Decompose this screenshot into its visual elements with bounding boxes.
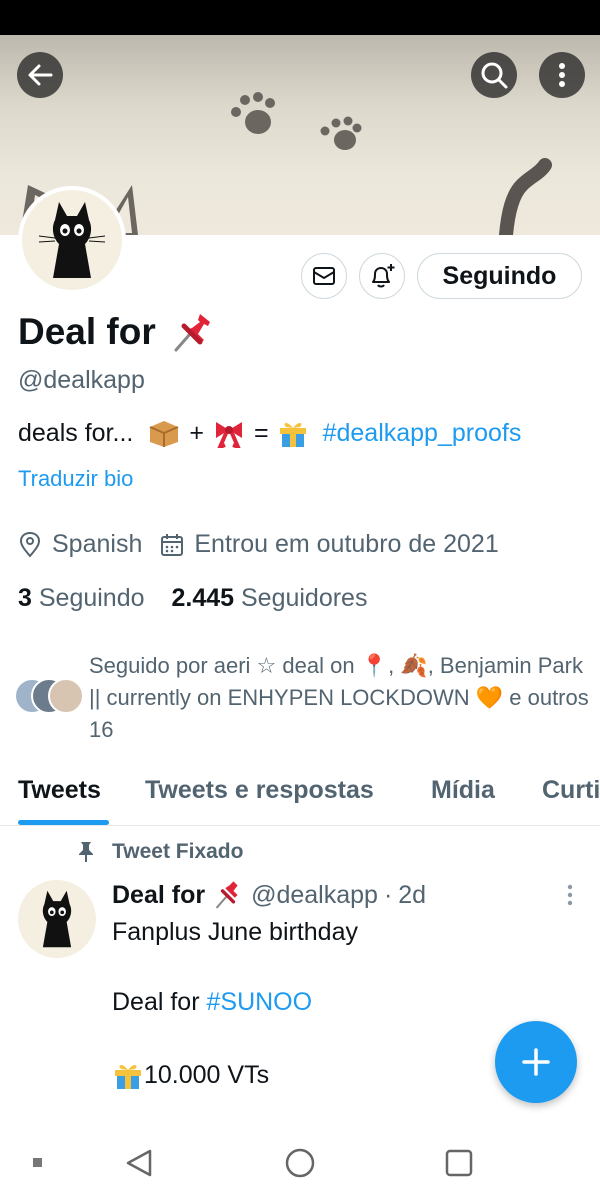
tweet-text-prefix: Deal for bbox=[112, 988, 200, 1016]
compose-tweet-button[interactable] bbox=[495, 1021, 577, 1103]
tweet-author-handle: @dealkapp bbox=[251, 880, 378, 909]
tweet-vts-text: 10.000 VTs bbox=[144, 1060, 270, 1089]
tweet-text-line-2: Deal for #SUNOO bbox=[112, 988, 312, 1017]
followers-label: Seguidores bbox=[240, 584, 368, 612]
calendar-icon bbox=[161, 533, 184, 556]
search-button[interactable] bbox=[471, 52, 517, 98]
status-bar bbox=[0, 0, 600, 35]
bio-equals: = bbox=[253, 418, 269, 447]
bio-text: deals for... bbox=[18, 418, 134, 447]
tweet-more-button[interactable] bbox=[566, 884, 574, 911]
tweet-text-line-3: 10.000 VTs bbox=[112, 1060, 269, 1090]
profile-name: Deal for bbox=[18, 311, 156, 352]
tweet-header: Deal for @dealkapp · 2d bbox=[112, 880, 426, 910]
following-link[interactable]: 3 Seguindo bbox=[18, 584, 145, 612]
tweet-author-avatar[interactable] bbox=[18, 880, 96, 958]
followed-by-text: Seguido por aeri ☆ deal on 📍, 🍂, Benjami… bbox=[89, 653, 589, 742]
package-emoji-icon bbox=[149, 421, 179, 447]
profile-name-row: Deal for bbox=[18, 310, 214, 354]
tweet-hashtag-link[interactable]: #SUNOO bbox=[207, 988, 313, 1016]
nav-recents-icon bbox=[445, 1149, 473, 1177]
tab-tweets-and-replies[interactable]: Tweets e respostas bbox=[145, 776, 374, 805]
black-cat-avatar-image bbox=[42, 890, 72, 948]
ribbon-emoji-icon bbox=[215, 422, 242, 448]
location-pin-icon bbox=[19, 531, 41, 558]
envelope-icon bbox=[313, 267, 335, 285]
followers-count: 2.445 bbox=[171, 584, 235, 612]
translate-bio-link[interactable]: Traduzir bio bbox=[18, 466, 133, 492]
gift-emoji-icon bbox=[279, 422, 306, 447]
pinned-tweet-label: Tweet Fixado bbox=[112, 840, 244, 863]
tab-media[interactable]: Mídia bbox=[431, 776, 495, 805]
more-vertical-icon bbox=[567, 884, 573, 906]
more-vertical-icon bbox=[559, 63, 565, 87]
arrow-left-icon bbox=[28, 64, 53, 86]
pin-icon bbox=[79, 842, 93, 862]
bell-plus-icon bbox=[372, 264, 395, 288]
profile-joined-date: Entrou em outubro de 2021 bbox=[194, 530, 499, 558]
gift-emoji-icon bbox=[115, 1064, 141, 1089]
notifications-button[interactable] bbox=[359, 253, 405, 299]
pinned-label-row: Tweet Fixado bbox=[78, 840, 243, 864]
pushpin-emoji-icon bbox=[216, 881, 238, 909]
followers-link[interactable]: 2.445 Seguidores bbox=[171, 584, 367, 612]
message-button[interactable] bbox=[301, 253, 347, 299]
nav-home-icon bbox=[285, 1148, 315, 1178]
tweet-separator: · bbox=[383, 880, 393, 909]
black-cat-avatar-image bbox=[38, 202, 106, 278]
pushpin-emoji-icon bbox=[174, 314, 210, 352]
bio-plus: + bbox=[189, 418, 204, 447]
follow-counts: 3 Seguindo 2.445 Seguidores bbox=[18, 584, 367, 613]
back-button[interactable] bbox=[17, 52, 63, 98]
tweet-author-name[interactable]: Deal for bbox=[112, 881, 205, 910]
tab-likes[interactable]: Curti bbox=[542, 776, 600, 805]
system-navigation-bar bbox=[0, 1125, 600, 1200]
tweet-text-line-1: Fanplus June birthday bbox=[112, 918, 358, 946]
active-tab-indicator bbox=[18, 820, 109, 825]
search-icon bbox=[481, 62, 508, 89]
profile-handle: @dealkapp bbox=[18, 366, 145, 394]
following-label: Seguindo bbox=[38, 584, 145, 612]
profile-avatar[interactable] bbox=[18, 186, 126, 294]
following-count: 3 bbox=[18, 584, 32, 612]
profile-tabs: Tweets Tweets e respostas Mídia Curti bbox=[0, 760, 600, 826]
profile-bio: deals for... + = #dealkapp_proofs bbox=[18, 418, 521, 448]
system-nav-icons bbox=[33, 1148, 473, 1178]
following-button[interactable]: Seguindo bbox=[417, 253, 582, 299]
followed-by-section[interactable]: Seguido por aeri ☆ deal on 📍, 🍂, Benjami… bbox=[14, 650, 594, 742]
plus-icon bbox=[522, 1048, 550, 1076]
profile-meta: Spanish Entrou em outubro de 2021 bbox=[18, 530, 499, 559]
nav-back-icon bbox=[126, 1149, 152, 1177]
tweet-time: 2d bbox=[398, 880, 427, 909]
profile-location: Spanish bbox=[52, 530, 143, 558]
tab-tweets[interactable]: Tweets bbox=[18, 776, 101, 805]
more-options-button[interactable] bbox=[539, 52, 585, 98]
nav-indicator-icon bbox=[33, 1158, 42, 1167]
bio-hashtag-link[interactable]: #dealkapp_proofs bbox=[323, 419, 522, 448]
follower-avatars bbox=[14, 678, 84, 714]
